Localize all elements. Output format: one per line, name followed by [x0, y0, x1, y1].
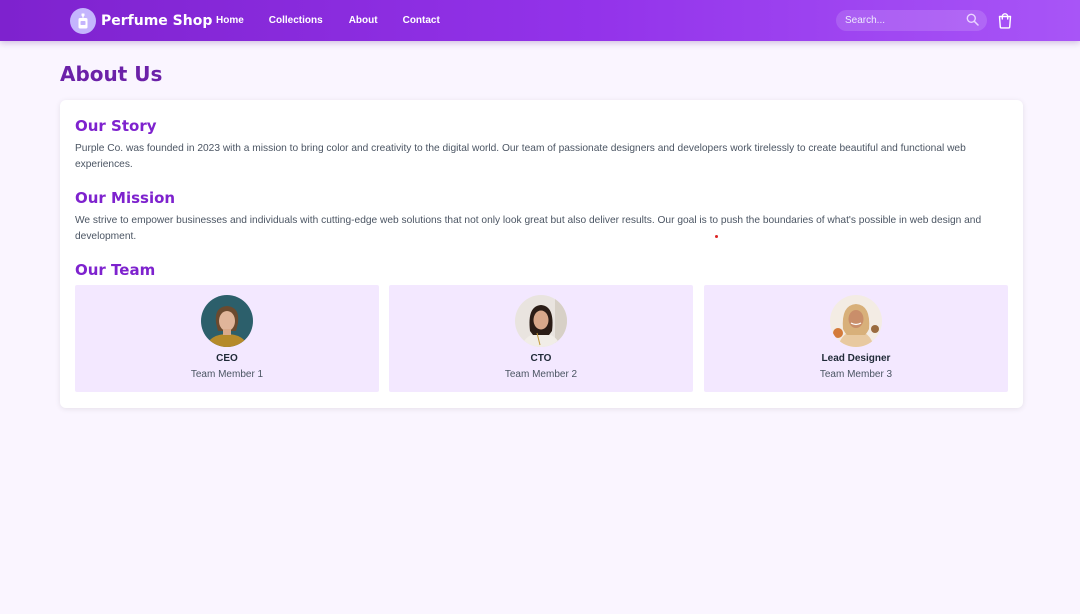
- team-member-card[interactable]: Lead Designer Team Member 3: [704, 285, 1008, 392]
- search-input[interactable]: [845, 13, 963, 28]
- member-name: Team Member 2: [504, 369, 578, 380]
- brand-name: Perfume Shop: [101, 13, 213, 29]
- mission-heading: Our Mission: [75, 189, 176, 207]
- about-card: Our Story Purple Co. was founded in 2023…: [60, 100, 1023, 408]
- member-name: Team Member 3: [819, 369, 893, 380]
- red-dot-marker: [715, 235, 718, 238]
- member-role: CTO: [530, 353, 552, 364]
- story-text: Purple Co. was founded in 2023 with a mi…: [75, 143, 966, 170]
- mission-text: We strive to empower businesses and indi…: [75, 215, 982, 242]
- search-box: [836, 10, 987, 31]
- team-member-card[interactable]: CEO Team Member 1: [75, 285, 379, 392]
- nav-contact[interactable]: Contact: [403, 15, 440, 26]
- nav-about[interactable]: About: [349, 15, 378, 26]
- nav-home[interactable]: Home: [216, 15, 244, 26]
- main-nav: Home Collections About Contact: [216, 15, 465, 26]
- brand-logo-link[interactable]: Perfume Shop: [70, 8, 212, 34]
- page-title: About Us: [60, 62, 163, 86]
- team-heading: Our Team: [75, 261, 156, 279]
- shopping-bag-icon[interactable]: [997, 12, 1013, 34]
- story-heading: Our Story: [75, 117, 157, 135]
- avatar: [515, 295, 567, 347]
- avatar: [201, 295, 253, 347]
- team-member-card[interactable]: CTO Team Member 2: [389, 285, 693, 392]
- member-name: Team Member 1: [190, 369, 264, 380]
- nav-collections[interactable]: Collections: [269, 15, 323, 26]
- avatar: [830, 295, 882, 347]
- navbar: Perfume Shop Home Collections About Cont…: [0, 0, 1080, 41]
- member-role: CEO: [216, 353, 238, 364]
- perfume-bottle-icon: [70, 8, 96, 34]
- member-role: Lead Designer: [821, 353, 891, 364]
- search-icon[interactable]: [966, 13, 979, 31]
